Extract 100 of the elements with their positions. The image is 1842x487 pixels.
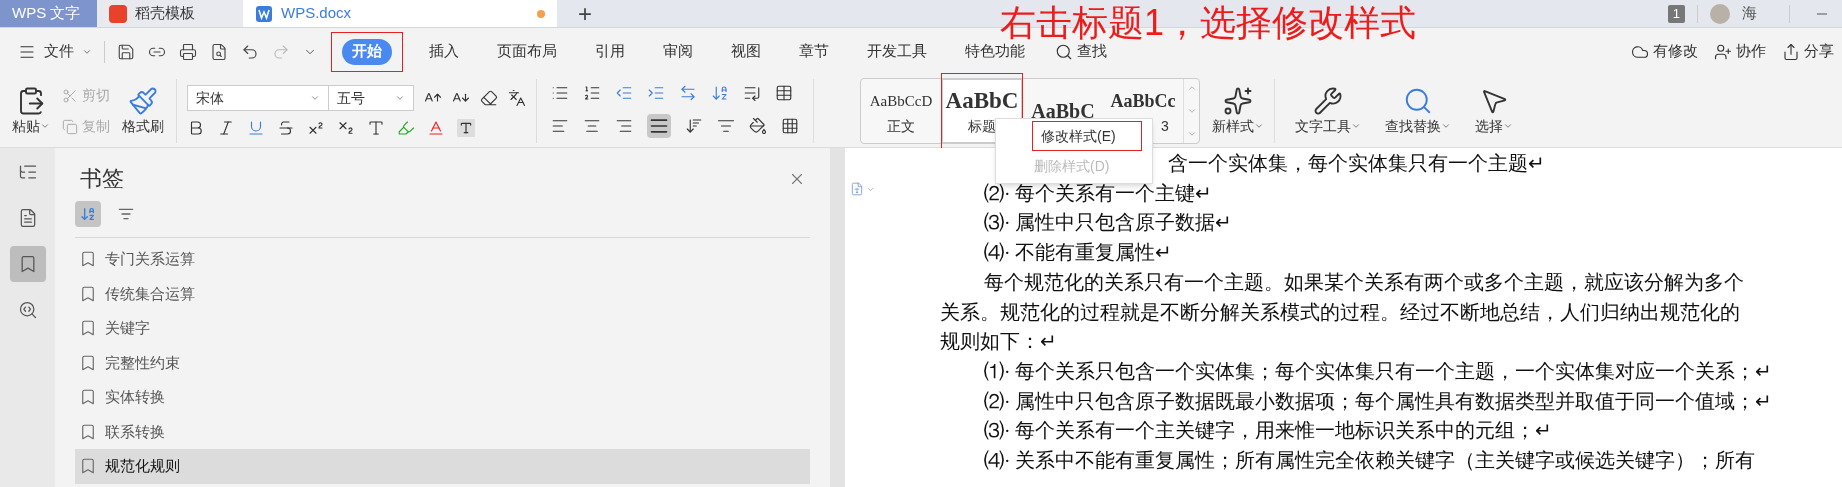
ribbon-tab[interactable]: 插入 [417, 38, 471, 65]
distribute-icon[interactable] [685, 117, 703, 135]
style-tile[interactable]: AaBbCcD 正文 [861, 79, 941, 143]
bookmark-icon [79, 422, 97, 441]
bookmark-icon [79, 250, 97, 269]
new-style-button[interactable]: 新样式 [1212, 115, 1254, 137]
caret-icon [395, 93, 405, 103]
menu-item[interactable]: 修改样式(E) [1032, 121, 1142, 151]
document-text: ⑷· 关系中不能有重复属性；所有属性完全依赖关键字（主关键字或候选关键字）；所有 [984, 449, 1756, 474]
ribbon-tab[interactable]: 页面布局 [485, 38, 569, 65]
ribbon-tab[interactable]: 视图 [719, 38, 773, 65]
print-icon[interactable] [179, 42, 197, 61]
italic-icon[interactable] [217, 119, 235, 137]
document-text: 每个规范化的关系只有一个主题。如果某个关系有两个或多个主题，就应该分解为多个 [984, 270, 1744, 295]
ribbon-tab[interactable]: 审阅 [651, 38, 705, 65]
shading-icon[interactable] [457, 119, 475, 137]
sort-list-icon [118, 206, 134, 222]
bookmark-icon [79, 284, 97, 303]
numbered-list-icon[interactable] [583, 84, 601, 102]
justify-button[interactable] [647, 114, 671, 138]
bookmark-item[interactable]: 关键字 [75, 311, 810, 346]
justify-icon [649, 116, 669, 136]
document-text: 含一个实体集，每个实体集只有一个主题↵ [1168, 152, 1545, 176]
bookmark-icon [79, 319, 97, 338]
align-right-icon[interactable] [615, 117, 633, 135]
bookmark-icon [79, 457, 97, 476]
line-break-icon[interactable] [743, 84, 761, 102]
new-style-icon[interactable] [1223, 85, 1253, 116]
toolbar-button[interactable]: 协作 [1736, 40, 1766, 63]
paste-button[interactable]: 粘贴 [12, 115, 40, 137]
border-icon[interactable] [781, 117, 799, 135]
format-painter-button[interactable]: 格式刷 [122, 115, 164, 137]
fill-icon[interactable] [749, 117, 767, 135]
ribbon-tab[interactable]: 开发工具 [855, 38, 939, 65]
paintbrush-icon[interactable] [128, 85, 158, 116]
document-text: ⑵· 每个关系有一个主键↵ [984, 181, 1213, 206]
font-size-dropdown[interactable]: 五号 [329, 85, 414, 111]
sort-button[interactable] [75, 201, 101, 227]
font-color-icon[interactable] [427, 119, 445, 137]
eraser-icon[interactable] [480, 89, 498, 107]
sort-alpha-icon [80, 206, 96, 222]
bookmark-item[interactable]: 联系转换 [75, 414, 810, 449]
tool-button[interactable]: 文字工具 [1295, 115, 1351, 137]
line-spacing-icon[interactable] [717, 117, 735, 135]
align-center-icon[interactable] [583, 117, 601, 135]
undo-icon[interactable] [241, 42, 259, 61]
char-spacing-icon[interactable] [679, 84, 697, 102]
table-icon[interactable] [775, 84, 793, 102]
toolbar-button[interactable]: 分享 [1804, 40, 1834, 63]
superscript-icon[interactable] [307, 119, 325, 137]
panel-title: 书签 [80, 165, 124, 193]
save-icon[interactable] [117, 42, 135, 61]
ribbon-tab[interactable]: 引用 [583, 38, 637, 65]
text-effect-icon[interactable] [367, 119, 385, 137]
pinyin-icon[interactable] [508, 89, 526, 107]
ribbon-tab[interactable]: 章节 [787, 38, 841, 65]
new-tab-button[interactable]: + [557, 0, 613, 27]
bookmark-item[interactable]: 规范化规则 [75, 449, 810, 484]
bookmark-item[interactable]: 实体转换 [75, 380, 810, 415]
underline-icon[interactable] [247, 119, 265, 137]
user-name: 海 [1742, 3, 1757, 24]
document-logo-icon [255, 4, 273, 23]
subscript-icon[interactable] [337, 119, 355, 137]
document-text: ⑵· 属性中只包含原子数据既最小数据项；每个属性具有数据类型并取值于同一个值域；↵ [984, 389, 1773, 414]
find-icon [17, 300, 38, 320]
document-text: ⑷· 不能有重复属性↵ [984, 241, 1173, 266]
document-text: 关系。规范化的过程就是不断分解关系模式的过程。经过不断地总结，人们归纳出规范化的 [940, 300, 1740, 325]
rail-button[interactable] [9, 246, 46, 282]
file-menu[interactable]: 文件 [44, 40, 74, 63]
bookmark-item[interactable]: 传统集合运算 [75, 276, 810, 311]
preview-icon[interactable] [210, 42, 228, 61]
page-count-badge[interactable]: 1 [1667, 4, 1685, 23]
document-text: ⑴· 每个关系只包含一个实体集；每个实体集只有一个主题，一个实体集对应一个关系；↵ [984, 359, 1773, 384]
tool-button[interactable]: 查找替换 [1385, 115, 1441, 137]
window-tab[interactable]: 稻壳模板 [97, 0, 243, 27]
highlighter-icon[interactable] [397, 119, 415, 137]
annotation-text: 右击标题1，选择修改样式 [1000, 1, 1417, 43]
document-text: ⑶· 每个关系有一个主关键字，用来惟一地标识关系中的元组；↵ [984, 419, 1553, 444]
bullet-list-icon[interactable] [551, 84, 569, 102]
bookmark-item[interactable]: 完整性约束 [75, 345, 810, 380]
toolbar-button[interactable]: 有修改 [1653, 40, 1698, 63]
outdent-icon[interactable] [615, 84, 633, 102]
document-text: 规则如下：↵ [940, 330, 1057, 355]
bookmark-icon [79, 388, 97, 407]
caret-icon [310, 93, 320, 103]
tool-button[interactable]: 选择 [1475, 115, 1503, 137]
strikethrough-icon[interactable] [277, 119, 295, 137]
sort-icon[interactable] [711, 84, 729, 102]
bookmark-item[interactable]: 专门关系运算 [75, 242, 810, 277]
document-text: ⑶· 属性中只包含原子数据↵ [984, 211, 1233, 236]
align-left-icon[interactable] [551, 117, 569, 135]
share-icon[interactable] [1782, 42, 1800, 61]
add-user-icon[interactable] [1714, 42, 1732, 61]
font-family-dropdown[interactable]: 宋体 [187, 85, 329, 111]
search-button[interactable]: 查找 [1077, 40, 1107, 63]
bookmark-icon [79, 353, 97, 372]
wrench-icon[interactable] [1313, 85, 1343, 116]
window-tab[interactable]: WPS.docx [243, 0, 557, 27]
indent-icon[interactable] [647, 84, 665, 102]
search-icon[interactable] [1055, 42, 1073, 61]
